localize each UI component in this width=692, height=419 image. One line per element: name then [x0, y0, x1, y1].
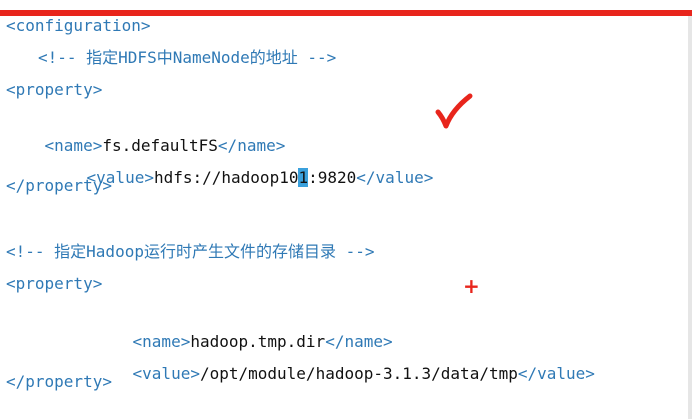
text-cursor[interactable]: 1 [298, 168, 309, 187]
property-close-tag-1: </property> [6, 176, 112, 195]
scrollbar-track[interactable] [688, 16, 692, 419]
comment-tmp-dir: <!-- 指定Hadoop运行时产生文件的存储目录 --> [6, 242, 375, 261]
value-text-after-cursor: :9820 [308, 168, 357, 187]
plus-icon: + [463, 274, 480, 298]
value-close-tag: </value> [356, 168, 434, 187]
value-line-tmp: <value>/opt/module/hadoop-3.1.3/data/tmp… [94, 338, 595, 383]
value-text-tmp: /opt/module/hadoop-3.1.3/data/tmp [199, 364, 518, 383]
configuration-open-tag: <configuration> [6, 16, 151, 35]
property-open-tag-2: <property> [6, 274, 103, 293]
value-text-before-cursor: hdfs://hadoop10 [153, 168, 299, 187]
value-close-tag-2: </value> [517, 364, 595, 383]
property-open-tag-1: <property> [6, 80, 103, 99]
value-open-tag-2: <value> [132, 364, 200, 383]
comment-namenode: <!-- 指定HDFS中NameNode的地址 --> [38, 48, 337, 67]
value-line-hdfs: <value>hdfs://hadoop101:9820</value> [48, 142, 433, 187]
checkmark-icon [435, 93, 473, 129]
name-line-tmpdir: <name>hadoop.tmp.dir</name> [94, 306, 393, 351]
name-line-defaultfs: <name>fs.defaultFS</name> [6, 110, 286, 155]
property-close-tag-2: </property> [6, 372, 112, 391]
